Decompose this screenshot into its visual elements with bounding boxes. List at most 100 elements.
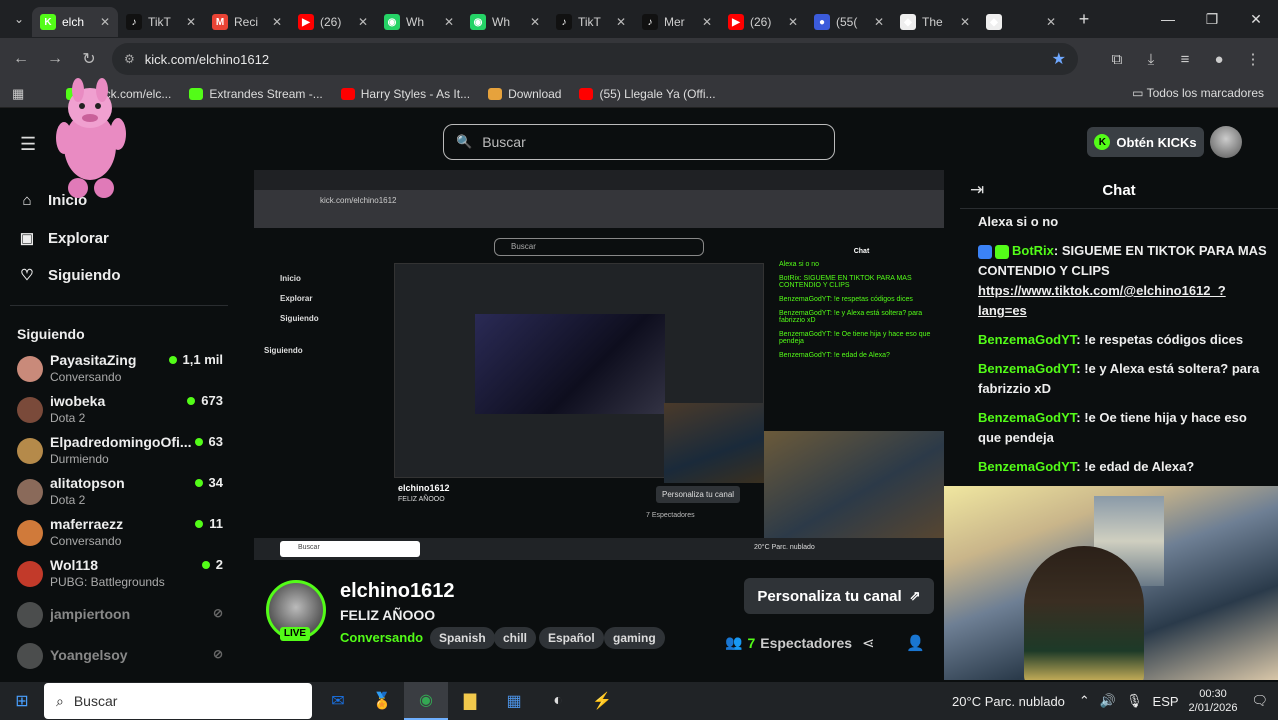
- system-clock[interactable]: 00:30 2/01/2026: [1189, 687, 1238, 715]
- tab-close-icon[interactable]: ✕: [272, 15, 282, 29]
- download-icon[interactable]: ⤓: [1134, 51, 1168, 68]
- channel-avatar: [17, 397, 43, 423]
- customize-channel-button[interactable]: Personaliza tu canal ⇗: [744, 578, 934, 614]
- site-info-icon[interactable]: ⚙: [124, 52, 135, 66]
- channel-avatar: [17, 643, 43, 669]
- bookmark-star-icon[interactable]: ★: [1052, 49, 1066, 69]
- language-indicator[interactable]: ESP: [1153, 694, 1179, 709]
- kick-search-input[interactable]: 🔍 Buscar: [443, 124, 835, 160]
- reload-icon[interactable]: ↻: [72, 49, 106, 69]
- tab-search-button[interactable]: ⌄: [6, 6, 32, 32]
- streamer-name[interactable]: elchino1612: [340, 580, 455, 603]
- weather-widget[interactable]: 20°C Parc. nublado: [952, 694, 1065, 709]
- get-kicks-button[interactable]: K Obtén KICKs: [1087, 127, 1204, 157]
- tab-close-icon[interactable]: ✕: [100, 15, 110, 29]
- browser-tab-strip: ⌄ Kelch ✕ ♪ TikT ✕ M Reci ✕ ▶ (26) ✕ ◉ Wh ✕ ◉ Wh ✕ ♪ TikT ✕…: [0, 0, 1278, 38]
- browser-tab[interactable]: ♪ TikT ✕: [548, 7, 634, 37]
- forward-icon[interactable]: →: [38, 50, 72, 68]
- tab-close-icon[interactable]: ✕: [186, 15, 196, 29]
- tag-espanol[interactable]: Español: [539, 627, 604, 649]
- browser-tab[interactable]: Kelch ✕: [32, 7, 118, 37]
- chat-username[interactable]: BenzemaGodYT: [978, 361, 1076, 376]
- medal-icon[interactable]: 🏅: [360, 682, 404, 720]
- nav-following[interactable]: ♡ Siguiendo: [18, 266, 120, 285]
- bookmark-item[interactable]: Extrandes Stream -...: [189, 87, 323, 101]
- tag-chill[interactable]: chill: [494, 627, 537, 649]
- tab-close-icon[interactable]: ✕: [874, 15, 884, 29]
- taskbar-search-box[interactable]: ⌕ Buscar: [44, 683, 312, 719]
- captured-tab-strip: [254, 170, 944, 190]
- menu-toggle-icon[interactable]: ☰: [20, 134, 36, 155]
- bookmark-item[interactable]: (55) Llegale Ya (Offi...: [579, 87, 716, 101]
- channel-item[interactable]: ElpadredomingoOfi... Durmiendo 63: [17, 434, 227, 472]
- store-icon[interactable]: ▦: [492, 682, 536, 720]
- captured-nav-explore: Explorar: [280, 294, 313, 303]
- notification-icon[interactable]: 🗨: [1251, 693, 1268, 709]
- bookmark-item[interactable]: Download: [488, 87, 561, 101]
- tag-spanish[interactable]: Spanish: [430, 627, 495, 649]
- user-avatar[interactable]: [1210, 126, 1242, 158]
- channel-item[interactable]: Yoangelsoy ⊘: [17, 639, 227, 677]
- volume-icon[interactable]: 🔊: [1100, 693, 1116, 709]
- video-player[interactable]: kick.com/elchino1612 Buscar Inicio Explo…: [254, 170, 944, 560]
- chat-username[interactable]: BotRix: [1012, 243, 1054, 258]
- url-text[interactable]: kick.com/elchino1612: [145, 52, 269, 67]
- browser-tab[interactable]: ▶ (26) ✕: [290, 7, 376, 37]
- channel-avatar: [17, 602, 43, 628]
- tab-close-icon[interactable]: ✕: [444, 15, 454, 29]
- tab-close-icon[interactable]: ✕: [960, 15, 970, 29]
- browser-tab[interactable]: ● (55(✕: [806, 7, 892, 37]
- chat-username[interactable]: BenzemaGodYT: [978, 459, 1076, 474]
- profile-icon[interactable]: ●: [1202, 51, 1236, 68]
- nav-explore[interactable]: ▣ Explorar: [18, 229, 109, 248]
- all-bookmarks[interactable]: ▭ Todos los marcadores: [1132, 86, 1264, 100]
- media-icon[interactable]: ≡: [1168, 51, 1202, 68]
- browser-tab[interactable]: ♪ Mer ✕: [634, 7, 720, 37]
- chat-username[interactable]: BenzemaGodYT: [978, 410, 1076, 425]
- tag-gaming[interactable]: gaming: [604, 627, 665, 649]
- channel-item[interactable]: Wol118 PUBG: Battlegrounds 2: [17, 557, 227, 595]
- browser-tab[interactable]: ◆ The ✕: [892, 7, 978, 37]
- extensions-icon[interactable]: ⧉: [1100, 51, 1134, 68]
- obs-icon[interactable]: ◐: [536, 682, 580, 720]
- address-bar[interactable]: ⚙ kick.com/elchino1612 ★: [112, 43, 1078, 75]
- new-tab-button[interactable]: +: [1070, 9, 1098, 30]
- share-icon[interactable]: ⋖: [862, 634, 875, 652]
- tab-close-icon[interactable]: ✕: [530, 15, 540, 29]
- stream-category[interactable]: Conversando: [340, 630, 423, 645]
- tab-close-icon[interactable]: ✕: [788, 15, 798, 29]
- mic-icon[interactable]: 🎙: [1126, 693, 1143, 709]
- chrome-icon[interactable]: ◉: [404, 682, 448, 720]
- restore-button[interactable]: ❐: [1190, 11, 1234, 28]
- channel-item[interactable]: jampiertoon ⊘: [17, 598, 227, 636]
- windows-start-icon[interactable]: ⊞: [0, 691, 44, 711]
- channel-viewer-count: 63: [208, 434, 223, 449]
- tab-close-icon[interactable]: ✕: [1046, 15, 1056, 29]
- close-window-button[interactable]: ✕: [1234, 11, 1278, 28]
- channel-item[interactable]: PayasitaZing Conversando 1,1 mil: [17, 352, 227, 390]
- browser-tab[interactable]: ♪ TikT ✕: [118, 7, 204, 37]
- browser-tab[interactable]: ▶ (26) ✕: [720, 7, 806, 37]
- browser-tab[interactable]: ◉ Wh ✕: [376, 7, 462, 37]
- tab-close-icon[interactable]: ✕: [702, 15, 712, 29]
- menu-icon[interactable]: ⋮: [1236, 50, 1270, 68]
- tab-close-icon[interactable]: ✕: [616, 15, 626, 29]
- follow-user-icon[interactable]: 👤: [906, 634, 925, 652]
- minimize-button[interactable]: —: [1146, 11, 1190, 27]
- chat-link[interactable]: https://www.tiktok.com/@elchino1612_?lan…: [978, 283, 1226, 318]
- channel-item[interactable]: iwobeka Dota 2 673: [17, 393, 227, 431]
- browser-tab[interactable]: ◆ ✕: [978, 7, 1064, 37]
- bookmark-item[interactable]: Harry Styles - As It...: [340, 87, 470, 101]
- back-icon[interactable]: ←: [4, 50, 38, 68]
- tab-close-icon[interactable]: ✕: [358, 15, 368, 29]
- tray-chevron-icon[interactable]: ⌃: [1079, 693, 1090, 709]
- channel-item[interactable]: alitatopson Dota 2 34: [17, 475, 227, 513]
- channel-item[interactable]: maferraezz Conversando 11: [17, 516, 227, 554]
- app-icon[interactable]: ⚡: [580, 682, 624, 720]
- folder-icon[interactable]: ▇: [448, 682, 492, 720]
- chat-username[interactable]: BenzemaGodYT: [978, 332, 1076, 347]
- apps-grid-icon[interactable]: ▦: [12, 86, 30, 102]
- outlook-icon[interactable]: ✉: [316, 682, 360, 720]
- browser-tab[interactable]: ◉ Wh ✕: [462, 7, 548, 37]
- browser-tab[interactable]: M Reci ✕: [204, 7, 290, 37]
